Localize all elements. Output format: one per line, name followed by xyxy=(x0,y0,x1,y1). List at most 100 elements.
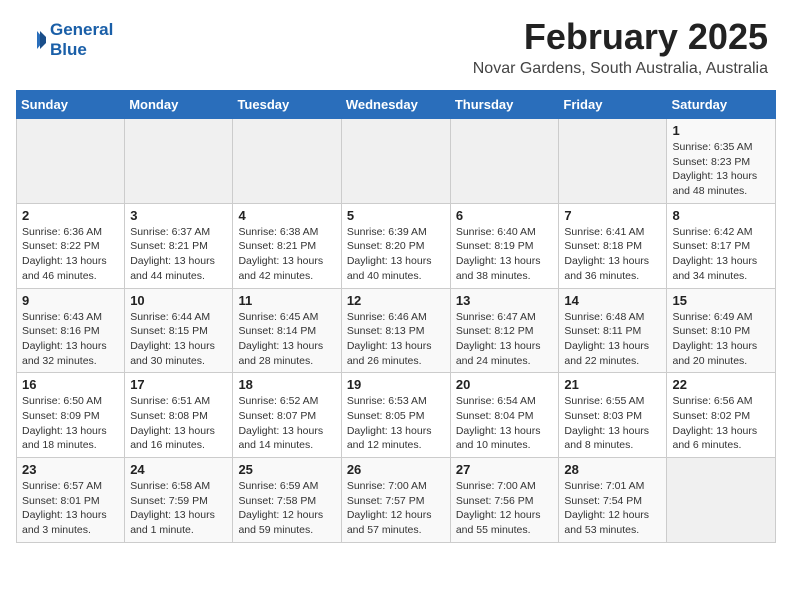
calendar-cell: 26 Sunrise: 7:00 AM Sunset: 7:57 PM Dayli… xyxy=(341,458,450,543)
day-number: 12 xyxy=(347,293,445,308)
page-header: General Blue February 2025 Novar Gardens… xyxy=(16,16,776,82)
calendar-cell: 8 Sunrise: 6:42 AM Sunset: 8:17 PM Daylig… xyxy=(667,203,776,288)
calendar-cell: 17 Sunrise: 6:51 AM Sunset: 8:08 PM Dayli… xyxy=(125,373,233,458)
calendar-header: February 2025 Novar Gardens, South Austr… xyxy=(16,16,776,78)
day-number: 7 xyxy=(564,208,661,223)
calendar-cell: 25 Sunrise: 6:59 AM Sunset: 7:58 PM Dayli… xyxy=(233,458,341,543)
day-info: Sunrise: 6:36 AM Sunset: 8:22 PM Dayligh… xyxy=(22,225,119,284)
calendar-cell: 20 Sunrise: 6:54 AM Sunset: 8:04 PM Dayli… xyxy=(450,373,559,458)
day-info: Sunrise: 6:56 AM Sunset: 8:02 PM Dayligh… xyxy=(672,394,770,453)
day-info: Sunrise: 6:59 AM Sunset: 7:58 PM Dayligh… xyxy=(238,479,335,538)
calendar-cell xyxy=(341,119,450,204)
calendar-cell: 21 Sunrise: 6:55 AM Sunset: 8:03 PM Dayli… xyxy=(559,373,667,458)
calendar-cell xyxy=(125,119,233,204)
weekday-header-saturday: Saturday xyxy=(667,91,776,119)
day-info: Sunrise: 6:54 AM Sunset: 8:04 PM Dayligh… xyxy=(456,394,554,453)
calendar-cell: 22 Sunrise: 6:56 AM Sunset: 8:02 PM Dayli… xyxy=(667,373,776,458)
day-info: Sunrise: 6:58 AM Sunset: 7:59 PM Dayligh… xyxy=(130,479,227,538)
day-info: Sunrise: 6:41 AM Sunset: 8:18 PM Dayligh… xyxy=(564,225,661,284)
day-info: Sunrise: 6:51 AM Sunset: 8:08 PM Dayligh… xyxy=(130,394,227,453)
calendar-cell: 15 Sunrise: 6:49 AM Sunset: 8:10 PM Dayli… xyxy=(667,288,776,373)
calendar-cell xyxy=(233,119,341,204)
calendar-subtitle: Novar Gardens, South Australia, Australi… xyxy=(16,60,768,78)
weekday-header-wednesday: Wednesday xyxy=(341,91,450,119)
logo-icon xyxy=(16,25,46,55)
calendar-cell: 12 Sunrise: 6:46 AM Sunset: 8:13 PM Dayli… xyxy=(341,288,450,373)
day-number: 15 xyxy=(672,293,770,308)
calendar-cell: 27Sunrise: 7:00 AM Sunset: 7:56 PM Dayli… xyxy=(450,458,559,543)
weekday-header-monday: Monday xyxy=(125,91,233,119)
calendar-cell xyxy=(559,119,667,204)
calendar-title: February 2025 xyxy=(16,16,768,58)
calendar-cell: 13 Sunrise: 6:47 AM Sunset: 8:12 PM Dayli… xyxy=(450,288,559,373)
day-info: Sunrise: 6:50 AM Sunset: 8:09 PM Dayligh… xyxy=(22,394,119,453)
weekday-header-friday: Friday xyxy=(559,91,667,119)
day-info: Sunrise: 6:52 AM Sunset: 8:07 PM Dayligh… xyxy=(238,394,335,453)
day-number: 2 xyxy=(22,208,119,223)
day-number: 21 xyxy=(564,377,661,392)
day-number: 11 xyxy=(238,293,335,308)
calendar-cell: 28 Sunrise: 7:01 AM Sunset: 7:54 PM Dayli… xyxy=(559,458,667,543)
day-info: Sunrise: 6:46 AM Sunset: 8:13 PM Dayligh… xyxy=(347,310,445,369)
calendar-header-row: SundayMondayTuesdayWednesdayThursdayFrid… xyxy=(17,91,776,119)
day-info: Sunrise: 6:37 AM Sunset: 8:21 PM Dayligh… xyxy=(130,225,227,284)
day-info: Sunrise: 6:44 AM Sunset: 8:15 PM Dayligh… xyxy=(130,310,227,369)
calendar-cell: 3 Sunrise: 6:37 AM Sunset: 8:21 PM Daylig… xyxy=(125,203,233,288)
calendar-cell: 19 Sunrise: 6:53 AM Sunset: 8:05 PM Dayli… xyxy=(341,373,450,458)
day-info: Sunrise: 6:40 AM Sunset: 8:19 PM Dayligh… xyxy=(456,225,554,284)
calendar-cell xyxy=(667,458,776,543)
day-info: Sunrise: 7:01 AM Sunset: 7:54 PM Dayligh… xyxy=(564,479,661,538)
day-info: Sunrise: 6:38 AM Sunset: 8:21 PM Dayligh… xyxy=(238,225,335,284)
calendar-cell: 18Sunrise: 6:52 AM Sunset: 8:07 PM Dayli… xyxy=(233,373,341,458)
logo: General Blue xyxy=(16,20,113,59)
calendar-cell: 11 Sunrise: 6:45 AM Sunset: 8:14 PM Dayli… xyxy=(233,288,341,373)
day-number: 8 xyxy=(672,208,770,223)
calendar-cell: 16 Sunrise: 6:50 AM Sunset: 8:09 PM Dayli… xyxy=(17,373,125,458)
calendar-cell: 10 Sunrise: 6:44 AM Sunset: 8:15 PM Dayli… xyxy=(125,288,233,373)
day-number: 28 xyxy=(564,462,661,477)
day-number: 3 xyxy=(130,208,227,223)
calendar-cell: 14 Sunrise: 6:48 AM Sunset: 8:11 PM Dayli… xyxy=(559,288,667,373)
calendar-cell: 23 Sunrise: 6:57 AM Sunset: 8:01 PM Dayli… xyxy=(17,458,125,543)
day-info: Sunrise: 7:00 AM Sunset: 7:57 PM Dayligh… xyxy=(347,479,445,538)
calendar-cell: 1Sunrise: 6:35 AM Sunset: 8:23 PM Daylig… xyxy=(667,119,776,204)
day-number: 10 xyxy=(130,293,227,308)
day-number: 17 xyxy=(130,377,227,392)
logo-text: General Blue xyxy=(50,20,113,59)
day-number: 25 xyxy=(238,462,335,477)
day-info: Sunrise: 6:42 AM Sunset: 8:17 PM Dayligh… xyxy=(672,225,770,284)
day-number: 19 xyxy=(347,377,445,392)
day-number: 20 xyxy=(456,377,554,392)
day-info: Sunrise: 6:55 AM Sunset: 8:03 PM Dayligh… xyxy=(564,394,661,453)
day-info: Sunrise: 6:49 AM Sunset: 8:10 PM Dayligh… xyxy=(672,310,770,369)
calendar-cell: 7 Sunrise: 6:41 AM Sunset: 8:18 PM Daylig… xyxy=(559,203,667,288)
day-number: 27 xyxy=(456,462,554,477)
calendar-cell xyxy=(450,119,559,204)
calendar-cell: 4Sunrise: 6:38 AM Sunset: 8:21 PM Daylig… xyxy=(233,203,341,288)
day-number: 5 xyxy=(347,208,445,223)
day-info: Sunrise: 6:48 AM Sunset: 8:11 PM Dayligh… xyxy=(564,310,661,369)
day-number: 14 xyxy=(564,293,661,308)
day-info: Sunrise: 6:43 AM Sunset: 8:16 PM Dayligh… xyxy=(22,310,119,369)
day-info: Sunrise: 6:39 AM Sunset: 8:20 PM Dayligh… xyxy=(347,225,445,284)
day-number: 24 xyxy=(130,462,227,477)
day-info: Sunrise: 6:45 AM Sunset: 8:14 PM Dayligh… xyxy=(238,310,335,369)
day-number: 1 xyxy=(672,123,770,138)
calendar-cell: 24 Sunrise: 6:58 AM Sunset: 7:59 PM Dayli… xyxy=(125,458,233,543)
weekday-header-tuesday: Tuesday xyxy=(233,91,341,119)
calendar-cell: 5 Sunrise: 6:39 AM Sunset: 8:20 PM Daylig… xyxy=(341,203,450,288)
day-info: Sunrise: 6:57 AM Sunset: 8:01 PM Dayligh… xyxy=(22,479,119,538)
weekday-header-thursday: Thursday xyxy=(450,91,559,119)
calendar-cell: 9 Sunrise: 6:43 AM Sunset: 8:16 PM Daylig… xyxy=(17,288,125,373)
calendar-table: SundayMondayTuesdayWednesdayThursdayFrid… xyxy=(16,90,776,543)
day-number: 16 xyxy=(22,377,119,392)
day-number: 26 xyxy=(347,462,445,477)
day-number: 22 xyxy=(672,377,770,392)
day-number: 6 xyxy=(456,208,554,223)
day-info: Sunrise: 6:47 AM Sunset: 8:12 PM Dayligh… xyxy=(456,310,554,369)
day-info: Sunrise: 6:53 AM Sunset: 8:05 PM Dayligh… xyxy=(347,394,445,453)
day-number: 9 xyxy=(22,293,119,308)
weekday-header-sunday: Sunday xyxy=(17,91,125,119)
day-number: 13 xyxy=(456,293,554,308)
day-number: 23 xyxy=(22,462,119,477)
